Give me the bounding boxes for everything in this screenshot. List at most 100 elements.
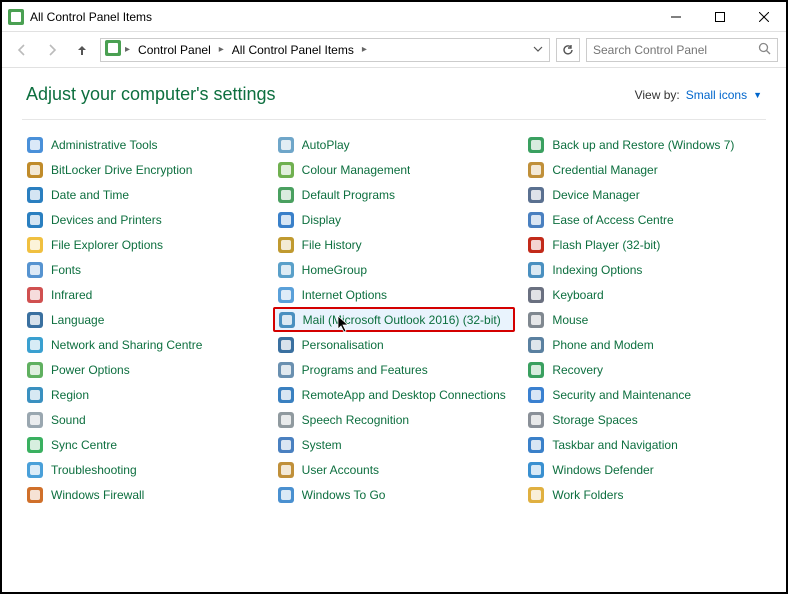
item-kb[interactable]: Keyboard	[523, 282, 766, 307]
item-clock[interactable]: Date and Time	[22, 182, 265, 207]
item-index[interactable]: Indexing Options	[523, 257, 766, 282]
item-lock[interactable]: BitLocker Drive Encryption	[22, 157, 265, 182]
item-home[interactable]: HomeGroup	[273, 257, 516, 282]
search-icon[interactable]	[758, 42, 771, 58]
cd-icon	[278, 137, 294, 153]
maximize-button[interactable]	[698, 3, 742, 31]
breadcrumb-root[interactable]: Control Panel	[134, 43, 215, 57]
ease-icon	[528, 212, 544, 228]
item-label: Phone and Modem	[552, 338, 653, 352]
item-label: Indexing Options	[552, 263, 642, 277]
mic-icon	[278, 412, 294, 428]
cred-icon	[528, 162, 544, 178]
item-cred[interactable]: Credential Manager	[523, 157, 766, 182]
viewby-value[interactable]: Small icons	[686, 88, 747, 102]
item-mic[interactable]: Speech Recognition	[273, 407, 516, 432]
defprog-icon	[278, 187, 294, 203]
address-bar[interactable]: ▸ Control Panel ▸ All Control Panel Item…	[100, 38, 550, 62]
item-storage[interactable]: Storage Spaces	[523, 407, 766, 432]
item-label: Ease of Access Centre	[552, 213, 673, 227]
item-phone[interactable]: Phone and Modem	[523, 332, 766, 357]
item-devmgr[interactable]: Device Manager	[523, 182, 766, 207]
item-trouble[interactable]: Troubleshooting	[22, 457, 265, 482]
globe-icon	[27, 387, 43, 403]
home-icon	[278, 262, 294, 278]
item-printer[interactable]: Devices and Printers	[22, 207, 265, 232]
item-recov[interactable]: Recovery	[523, 357, 766, 382]
page-title: Adjust your computer's settings	[26, 84, 276, 105]
item-system[interactable]: System	[273, 432, 516, 457]
item-label: Programs and Features	[302, 363, 428, 377]
power-icon	[27, 362, 43, 378]
item-display[interactable]: Display	[273, 207, 516, 232]
item-label: Flash Player (32-bit)	[552, 238, 660, 252]
item-defprog[interactable]: Default Programs	[273, 182, 516, 207]
item-sec[interactable]: Security and Maintenance	[523, 382, 766, 407]
back-button[interactable]	[10, 38, 34, 62]
titlebar: All Control Panel Items	[2, 2, 786, 32]
item-label: Keyboard	[552, 288, 603, 302]
folder-icon	[27, 237, 43, 253]
item-label: Fonts	[51, 263, 81, 277]
item-task[interactable]: Taskbar and Navigation	[523, 432, 766, 457]
search-input[interactable]	[593, 43, 752, 57]
header: Adjust your computer's settings View by:…	[2, 68, 786, 113]
item-label: HomeGroup	[302, 263, 367, 277]
item-fire[interactable]: Windows Firewall	[22, 482, 265, 507]
font-icon	[27, 262, 43, 278]
chevron-right-icon[interactable]: ▸	[362, 44, 367, 55]
item-globe[interactable]: Region	[22, 382, 265, 407]
viewby[interactable]: View by: Small icons ▼	[635, 88, 762, 102]
chevron-right-icon[interactable]: ▸	[219, 44, 224, 55]
item-ir[interactable]: Infrared	[22, 282, 265, 307]
address-dropdown-button[interactable]	[531, 43, 545, 57]
remote-icon	[278, 387, 294, 403]
search-box[interactable]	[586, 38, 778, 62]
item-label: Storage Spaces	[552, 413, 637, 427]
item-lang[interactable]: Language	[22, 307, 265, 332]
minimize-button[interactable]	[654, 3, 698, 31]
item-label: Windows Firewall	[51, 488, 144, 502]
sec-icon	[528, 387, 544, 403]
item-defender[interactable]: Windows Defender	[523, 457, 766, 482]
item-label: Windows To Go	[302, 488, 386, 502]
up-button[interactable]	[70, 38, 94, 62]
chevron-right-icon[interactable]: ▸	[125, 44, 130, 55]
chevron-down-icon[interactable]: ▼	[753, 90, 762, 100]
net-icon	[27, 337, 43, 353]
item-remote[interactable]: RemoteApp and Desktop Connections	[273, 382, 516, 407]
items-grid: Administrative ToolsBitLocker Drive Encr…	[2, 132, 786, 592]
item-sync[interactable]: Sync Centre	[22, 432, 265, 457]
item-label: System	[302, 438, 342, 452]
item-flash[interactable]: Flash Player (32-bit)	[523, 232, 766, 257]
item-folder[interactable]: File Explorer Options	[22, 232, 265, 257]
item-font[interactable]: Fonts	[22, 257, 265, 282]
item-colors[interactable]: Colour Management	[273, 157, 516, 182]
item-ease[interactable]: Ease of Access Centre	[523, 207, 766, 232]
item-tools[interactable]: Administrative Tools	[22, 132, 265, 157]
item-backup[interactable]: Back up and Restore (Windows 7)	[523, 132, 766, 157]
task-icon	[528, 437, 544, 453]
item-net[interactable]: Network and Sharing Centre	[22, 332, 265, 357]
item-prog[interactable]: Programs and Features	[273, 357, 516, 382]
item-mail[interactable]: Mail (Microsoft Outlook 2016) (32-bit)	[273, 307, 516, 332]
item-cd[interactable]: AutoPlay	[273, 132, 516, 157]
display-icon	[278, 212, 294, 228]
lang-icon	[27, 312, 43, 328]
breadcrumb-current[interactable]: All Control Panel Items	[228, 43, 358, 57]
item-ie[interactable]: Internet Options	[273, 282, 516, 307]
item-users[interactable]: User Accounts	[273, 457, 516, 482]
item-pers[interactable]: Personalisation	[273, 332, 516, 357]
item-work[interactable]: Work Folders	[523, 482, 766, 507]
item-sound[interactable]: Sound	[22, 407, 265, 432]
item-power[interactable]: Power Options	[22, 357, 265, 382]
item-mouse[interactable]: Mouse	[523, 307, 766, 332]
item-wtg[interactable]: Windows To Go	[273, 482, 516, 507]
forward-button[interactable]	[40, 38, 64, 62]
item-label: Default Programs	[302, 188, 395, 202]
close-button[interactable]	[742, 3, 786, 31]
refresh-button[interactable]	[556, 38, 580, 62]
item-label: AutoPlay	[302, 138, 350, 152]
item-filehist[interactable]: File History	[273, 232, 516, 257]
viewby-label: View by:	[635, 88, 680, 102]
